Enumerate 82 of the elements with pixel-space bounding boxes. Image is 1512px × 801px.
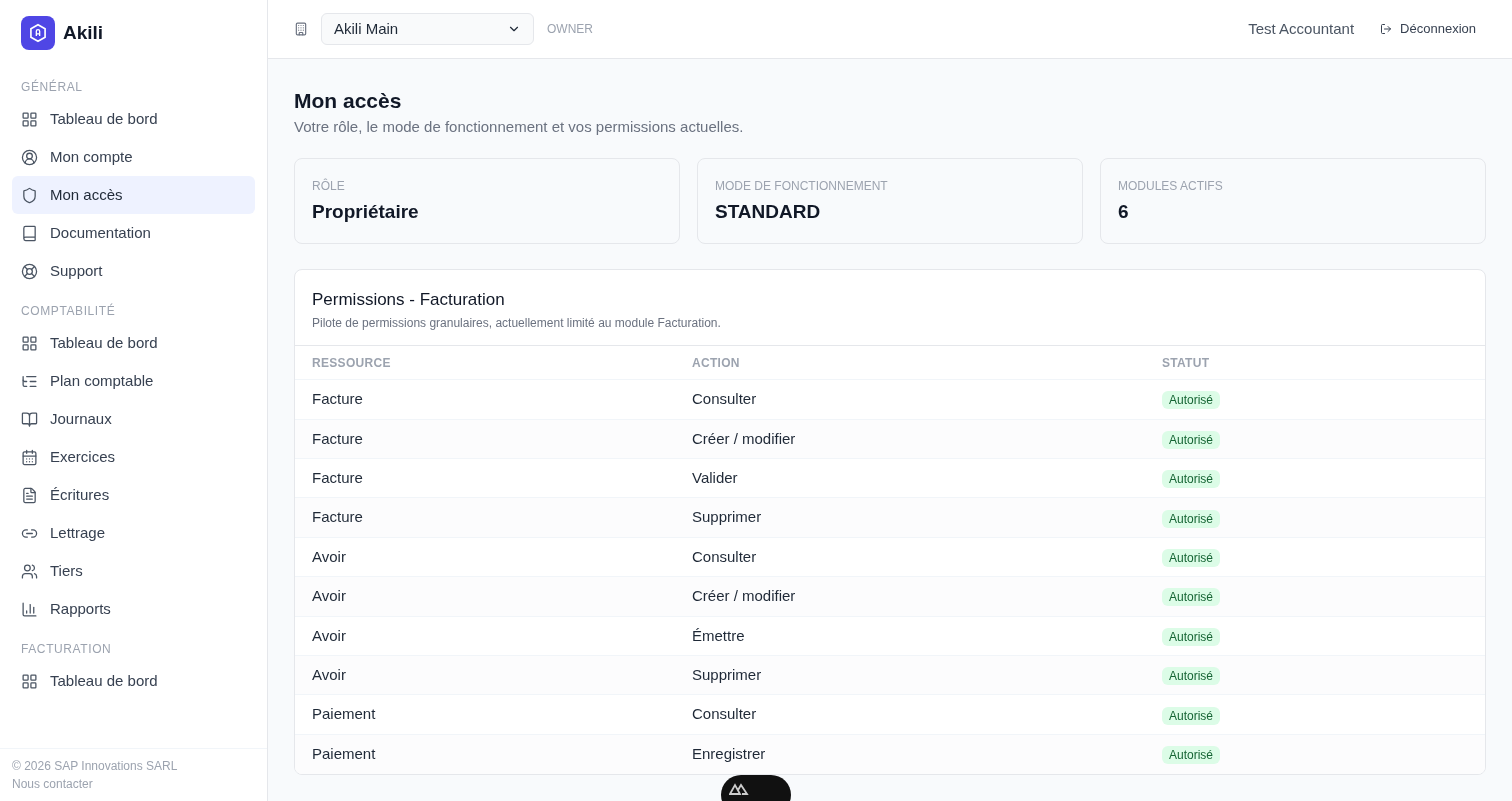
page-title: Mon accès bbox=[294, 88, 403, 114]
stat-label: RÔLE bbox=[312, 177, 346, 195]
section-title: GÉNÉRAL bbox=[20, 78, 84, 96]
table-cell: Supprimer bbox=[692, 497, 1162, 538]
status-badge: Autorisé bbox=[1162, 430, 1221, 449]
table-cell: Paiement bbox=[295, 694, 692, 735]
status-badge: Autorisé bbox=[1162, 470, 1221, 489]
calendar-icon bbox=[21, 448, 38, 466]
page-subtitle: Votre rôle, le mode de fonctionnement et vos permissions actuelles. bbox=[294, 117, 745, 138]
open-book-icon bbox=[21, 410, 38, 428]
status-badge: Autorisé bbox=[1162, 588, 1221, 607]
table-cell: Paiement bbox=[295, 734, 692, 774]
document-icon bbox=[21, 486, 38, 504]
nav-item[interactable]: Tableau de bord bbox=[12, 324, 255, 362]
nav-item[interactable]: Exercices bbox=[12, 438, 255, 476]
status-badge: Autorisé bbox=[1162, 667, 1221, 686]
table-cell: Consulter bbox=[692, 694, 1162, 735]
section-title: COMPTABILITÉ bbox=[20, 302, 117, 320]
book-icon bbox=[21, 224, 38, 242]
nav-item[interactable]: Tiers bbox=[12, 552, 255, 590]
grid-icon bbox=[21, 672, 38, 690]
stat-label: MODULES ACTIFS bbox=[1118, 177, 1224, 195]
nav-item[interactable]: Lettrage bbox=[12, 514, 255, 552]
table-cell: Émettre bbox=[692, 616, 1162, 656]
user-name: Test Accountant bbox=[1248, 18, 1355, 39]
grid-icon bbox=[21, 334, 38, 352]
mountain-icon bbox=[729, 783, 749, 795]
shield-icon bbox=[21, 186, 38, 204]
users-icon bbox=[21, 562, 38, 580]
table-cell: Facture bbox=[295, 458, 692, 498]
nav-item[interactable]: Mon compte bbox=[12, 138, 255, 176]
table-cell: Avoir bbox=[295, 616, 692, 656]
nav-item[interactable]: Plan comptable bbox=[12, 362, 255, 400]
table-cell: Avoir bbox=[295, 537, 692, 577]
nav-item[interactable]: Documentation bbox=[12, 214, 255, 252]
status-badge: Autorisé bbox=[1162, 746, 1221, 765]
section-title: FACTURATION bbox=[20, 641, 113, 658]
status-badge: Autorisé bbox=[1162, 706, 1221, 725]
status-badge: Autorisé bbox=[1162, 549, 1221, 567]
table-cell: Créer / modifier bbox=[692, 576, 1162, 617]
table-cell: Valider bbox=[692, 458, 1162, 498]
table-cell: Enregistrer bbox=[692, 734, 1162, 774]
nav-item[interactable]: Journaux bbox=[12, 400, 255, 438]
table-cell: Facture bbox=[295, 379, 692, 420]
nav-item[interactable]: Support bbox=[12, 252, 255, 290]
table-cell: Créer / modifier bbox=[692, 419, 1162, 459]
stat-value: STANDARD bbox=[715, 199, 822, 224]
table-cell: Consulter bbox=[692, 379, 1162, 420]
logo-icon bbox=[21, 16, 55, 50]
logout-button[interactable]: Déconnexion bbox=[1380, 19, 1476, 39]
lifebuoy-icon bbox=[21, 262, 38, 280]
user-icon bbox=[21, 148, 38, 166]
stat-value: Propriétaire bbox=[312, 199, 420, 224]
table-cell: Facture bbox=[295, 419, 692, 459]
column-header: RESSOURCE bbox=[295, 345, 692, 380]
table-cell: Supprimer bbox=[692, 655, 1162, 695]
nav-item[interactable]: Tableau de bord bbox=[12, 100, 255, 138]
table-cell: Facture bbox=[295, 497, 692, 538]
card-subtitle: Pilote de permissions granulaires, actuellement limité au module Facturation. bbox=[312, 315, 722, 333]
column-header: STATUT bbox=[1162, 345, 1485, 380]
copyright-text: © 2026 SAP Innovations SARL bbox=[12, 758, 179, 775]
nav-item[interactable]: Écritures bbox=[12, 476, 255, 514]
role-label: OWNER bbox=[547, 21, 593, 38]
nav-item[interactable]: Tableau de bord bbox=[12, 662, 255, 700]
bar-chart-icon bbox=[21, 600, 38, 618]
stat-label: MODE DE FONCTIONNEMENT bbox=[715, 177, 889, 195]
status-badge: Autorisé bbox=[1162, 509, 1221, 528]
status-badge: Autorisé bbox=[1162, 627, 1221, 646]
nav-item[interactable]: Rapports bbox=[12, 590, 255, 628]
table-cell: Avoir bbox=[295, 655, 692, 695]
logout-icon bbox=[1380, 23, 1393, 35]
status-badge: Autorisé bbox=[1162, 391, 1221, 410]
stat-value: 6 bbox=[1118, 199, 1130, 224]
table-cell: Avoir bbox=[295, 576, 692, 617]
grid-icon bbox=[21, 110, 38, 128]
card-title: Permissions - Facturation bbox=[312, 288, 506, 311]
nav-item[interactable]: Mon accès bbox=[12, 176, 255, 214]
brand-name: Akili bbox=[63, 20, 104, 45]
table-cell: Consulter bbox=[692, 537, 1162, 577]
company-select[interactable]: Akili Main bbox=[321, 13, 534, 45]
column-header: ACTION bbox=[692, 345, 1162, 380]
building-icon bbox=[294, 22, 308, 36]
